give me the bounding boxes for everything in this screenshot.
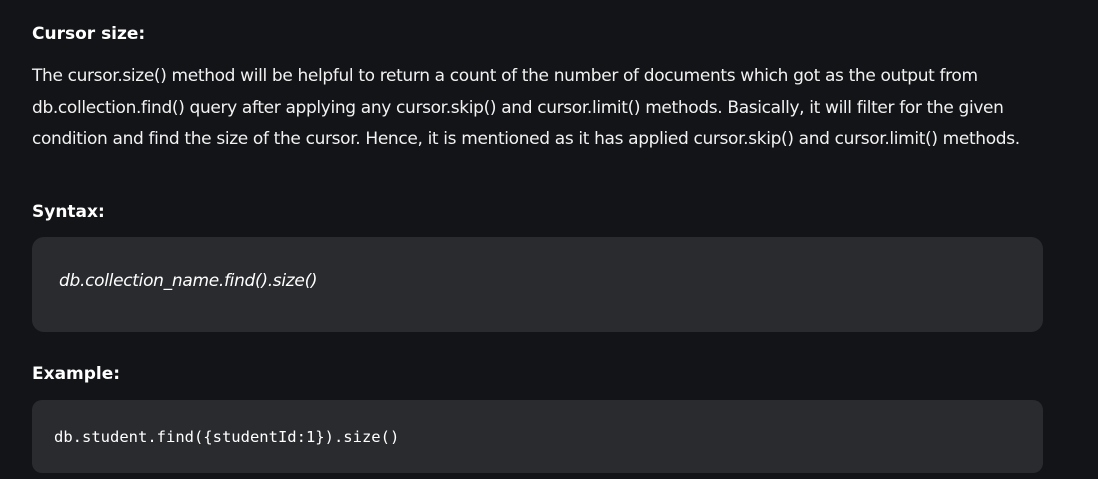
syntax-heading: Syntax: (32, 202, 105, 222)
section-description: The cursor.size() method will be helpful… (32, 66, 1020, 149)
syntax-block: db.collection_name.find().size() (32, 237, 1043, 332)
example-code-block: db.student.find({studentId:1}).size() (32, 400, 1043, 473)
example-heading: Example: (32, 364, 121, 384)
example-code[interactable]: db.student.find({studentId:1}).size() (54, 427, 399, 447)
section-heading: Cursor size: (32, 24, 146, 44)
syntax-code[interactable]: db.collection_name.find().size() (59, 271, 318, 291)
